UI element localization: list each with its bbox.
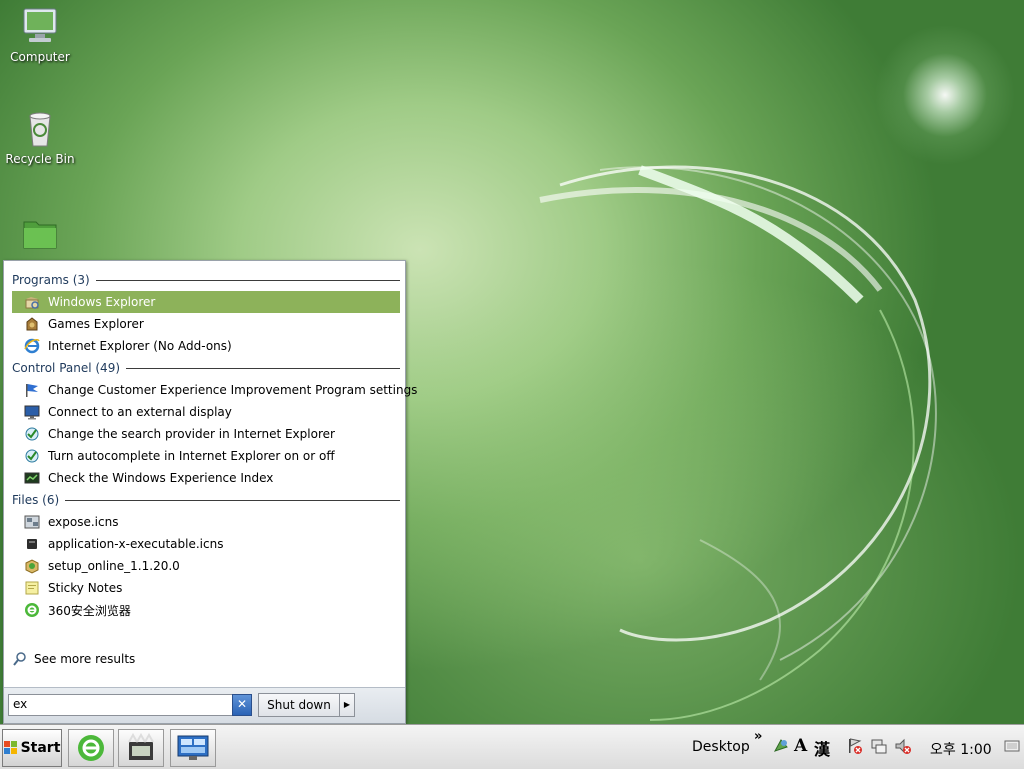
desktop-icon-folder[interactable]	[0, 212, 80, 256]
taskbar: Start Desktop » A 漢 오후 1:00	[0, 724, 1024, 769]
result-search-provider[interactable]: Change the search provider in Internet E…	[12, 423, 400, 445]
start-label: Start	[20, 740, 61, 756]
action-center-flag-icon[interactable]	[846, 737, 864, 755]
taskbar-pinned-360-browser[interactable]	[68, 729, 114, 767]
result-games-explorer[interactable]: Games Explorer	[12, 313, 400, 335]
clear-search-button[interactable]: ✕	[232, 694, 252, 716]
chevron-right-icon: ▶	[343, 700, 351, 709]
remote-desktop-icon	[177, 735, 209, 760]
network-icon[interactable]	[870, 737, 888, 755]
games-explorer-icon	[24, 316, 40, 332]
group-header-files: Files (6)	[12, 489, 400, 511]
result-external-display[interactable]: Connect to an external display	[12, 401, 400, 423]
search-field[interactable]	[8, 694, 234, 716]
performance-icon	[24, 470, 40, 486]
desktop-icon-label: Recycle Bin	[5, 152, 75, 166]
group-header-control-panel: Control Panel (49)	[12, 357, 400, 379]
result-autocomplete[interactable]: Turn autocomplete in Internet Explorer o…	[12, 445, 400, 467]
result-ceip-settings[interactable]: Change Customer Experience Improvement P…	[12, 379, 417, 401]
taskbar-pinned-remote-desktop[interactable]	[170, 729, 216, 767]
start-menu-bottom-bar: ✕ Shut down ▶	[4, 687, 405, 723]
result-experience-index[interactable]: Check the Windows Experience Index	[12, 467, 400, 489]
see-more-results[interactable]: See more results	[12, 649, 135, 669]
start-menu: Programs (3) Windows Explorer Games Expl…	[3, 260, 417, 724]
desktop-toolbar-label[interactable]: Desktop	[692, 739, 750, 755]
folder-icon	[20, 212, 60, 252]
desktop-icon-recycle-bin[interactable]: Recycle Bin	[0, 108, 80, 166]
executable-file-icon	[24, 536, 40, 552]
search-icon	[12, 651, 28, 667]
ime-hanja-button[interactable]: 漢	[814, 736, 830, 760]
taskbar-pinned-media-center[interactable]	[118, 729, 164, 767]
ime-icon[interactable]	[772, 737, 790, 755]
result-executable-icns[interactable]: application-x-executable.icns	[12, 533, 400, 555]
icns-file-icon	[24, 514, 40, 530]
result-internet-explorer[interactable]: Internet Explorer (No Add-ons)	[12, 335, 400, 357]
internet-options-icon	[24, 426, 40, 442]
search-input[interactable]	[9, 695, 217, 713]
display-icon	[24, 404, 40, 420]
group-header-programs: Programs (3)	[12, 269, 400, 291]
desktop-icon-label: Computer	[10, 50, 70, 64]
result-360-browser[interactable]: 360安全浏览器	[12, 599, 400, 621]
close-icon: ✕	[236, 697, 248, 711]
result-windows-explorer[interactable]: Windows Explorer	[12, 291, 400, 313]
sticky-notes-icon	[24, 580, 40, 596]
volume-muted-icon[interactable]	[894, 737, 912, 755]
toolbar-chevron-icon[interactable]: »	[754, 729, 762, 744]
media-center-icon	[128, 732, 154, 760]
show-desktop-icon[interactable]	[1004, 738, 1020, 754]
setup-package-icon	[24, 558, 40, 574]
computer-icon	[20, 6, 60, 46]
shut-down-options-button[interactable]: ▶	[339, 693, 355, 717]
internet-explorer-icon	[24, 338, 40, 354]
browser-360-icon	[24, 602, 40, 618]
flag-icon	[24, 382, 40, 398]
internet-options-icon	[24, 448, 40, 464]
desktop-icon-computer[interactable]: Computer	[0, 6, 80, 64]
result-setup-online[interactable]: setup_online_1.1.20.0	[12, 555, 400, 577]
shut-down-button[interactable]: Shut down	[258, 693, 340, 717]
result-sticky-notes[interactable]: Sticky Notes	[12, 577, 400, 599]
start-button[interactable]: Start	[2, 729, 62, 767]
windows-logo-icon	[3, 741, 18, 755]
search-results-list: Programs (3) Windows Explorer Games Expl…	[12, 269, 417, 621]
result-expose-icns[interactable]: expose.icns	[12, 511, 400, 533]
system-clock[interactable]: 오후 1:00	[930, 739, 992, 759]
recycle-bin-icon	[20, 108, 60, 148]
windows-explorer-icon	[24, 294, 40, 310]
browser-360-icon	[78, 735, 104, 761]
ime-mode-button[interactable]: A	[794, 736, 807, 756]
